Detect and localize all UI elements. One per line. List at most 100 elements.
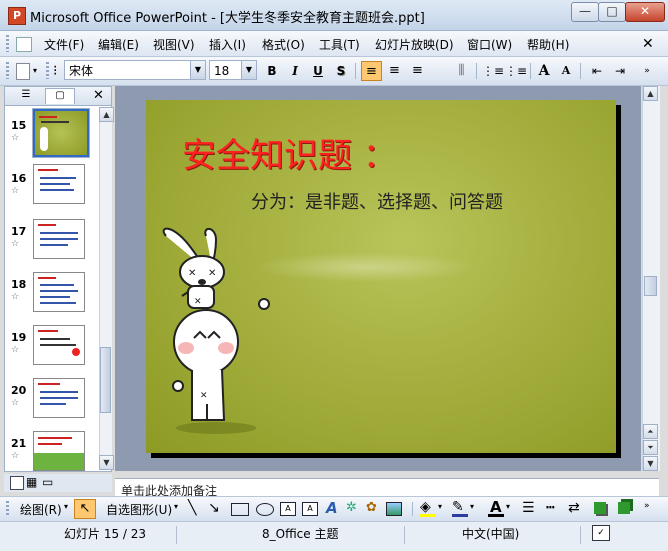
- close-document-icon[interactable]: ✕: [642, 36, 654, 52]
- thumbnail-slide-21[interactable]: [33, 431, 85, 471]
- vertical-textbox-icon[interactable]: A: [302, 502, 318, 516]
- scroll-thumb[interactable]: [644, 276, 657, 296]
- maximize-button[interactable]: □: [598, 2, 626, 22]
- dash-style-icon[interactable]: ┅: [546, 500, 554, 516]
- close-button[interactable]: ✕: [625, 2, 665, 22]
- toolbar-grip-2[interactable]: [46, 62, 49, 79]
- autoshapes-button[interactable]: 自选图形(U): [106, 501, 172, 518]
- font-name-combo[interactable]: 宋体 ▼: [64, 60, 206, 80]
- slides-pane-scrollbar[interactable]: ▲ ▼: [99, 107, 114, 470]
- next-slide-icon[interactable]: ⏷: [643, 440, 658, 455]
- menu-window[interactable]: 窗口(W): [467, 36, 512, 53]
- toolbar-options-icon[interactable]: »: [644, 501, 650, 511]
- slide-scrollbar[interactable]: ▲ ⏶ ⏷ ▼: [642, 86, 660, 471]
- italic-button[interactable]: I: [286, 61, 304, 81]
- rectangle-tool-icon[interactable]: [231, 503, 249, 516]
- slide-subtitle[interactable]: 分为：是非题、选择题、问答题: [251, 188, 503, 214]
- slides-tab-icon[interactable]: ▢: [45, 88, 75, 104]
- scroll-up-icon[interactable]: ▲: [643, 86, 658, 101]
- align-left-button[interactable]: ≡: [361, 61, 382, 81]
- oval-tool-icon[interactable]: [256, 503, 274, 516]
- chevron-down-icon[interactable]: ▾: [470, 502, 474, 511]
- thumbnail-slide-18[interactable]: [33, 272, 85, 312]
- arrow-style-icon[interactable]: ⇄: [568, 500, 580, 516]
- toolbar-grip[interactable]: [6, 62, 9, 79]
- spelling-check-icon[interactable]: ✓: [592, 525, 610, 541]
- thumbnail-slide-17[interactable]: [33, 219, 85, 259]
- menu-help[interactable]: 帮助(H): [527, 36, 569, 53]
- notes-pane[interactable]: 单击此处添加备注: [115, 478, 659, 497]
- select-pointer-icon[interactable]: ↖: [74, 499, 96, 519]
- title-bar: P Microsoft Office PowerPoint - [大学生冬季安全…: [0, 0, 668, 31]
- draw-menu-button[interactable]: 绘图(R): [20, 501, 62, 518]
- scroll-down-icon[interactable]: ▼: [643, 456, 658, 471]
- close-pane-icon[interactable]: ✕: [93, 88, 104, 103]
- wordart-icon[interactable]: A: [326, 499, 338, 517]
- bold-button[interactable]: B: [263, 61, 281, 81]
- scroll-down-icon[interactable]: ▼: [99, 455, 114, 470]
- align-center-button[interactable]: ≡: [384, 61, 405, 81]
- chevron-down-icon[interactable]: ▾: [174, 502, 178, 511]
- line-style-icon[interactable]: ☰: [522, 500, 535, 516]
- menu-edit[interactable]: 编辑(E): [98, 36, 139, 53]
- underline-button[interactable]: U: [309, 61, 327, 81]
- diagram-icon[interactable]: ✲: [346, 500, 357, 515]
- fill-color-icon[interactable]: ◈: [420, 499, 431, 515]
- thumb-line: [41, 121, 69, 123]
- scroll-up-icon[interactable]: ▲: [99, 107, 114, 122]
- slide-sorter-icon[interactable]: ▦: [26, 475, 37, 489]
- slide-canvas[interactable]: 安全知识题 ： 分为：是非题、选择题、问答题 ✕ ✕ ✕ ✕: [146, 100, 616, 453]
- line-color-icon[interactable]: ✎: [452, 499, 464, 515]
- menu-insert[interactable]: 插入(I): [209, 36, 246, 53]
- toolbar-options-icon[interactable]: »: [640, 61, 654, 81]
- menu-grip[interactable]: [6, 35, 9, 52]
- picture-icon[interactable]: [386, 502, 402, 516]
- chevron-down-icon[interactable]: ▾: [438, 502, 442, 511]
- notes-placeholder[interactable]: 单击此处添加备注: [121, 482, 217, 497]
- menu-view[interactable]: 视图(V): [153, 36, 195, 53]
- arrow-tool-icon[interactable]: ↘: [208, 500, 220, 516]
- line-tool-icon[interactable]: ╲: [188, 500, 196, 516]
- shadow-style-icon[interactable]: [594, 502, 606, 514]
- outline-tab-icon[interactable]: ☰: [11, 89, 41, 103]
- decrease-indent-icon[interactable]: ⇤: [587, 61, 607, 81]
- thumbnail-slide-20[interactable]: [33, 378, 85, 418]
- thumb-line: [38, 330, 58, 332]
- previous-slide-icon[interactable]: ⏶: [643, 424, 658, 439]
- shadow-button[interactable]: S: [332, 61, 350, 81]
- chevron-down-icon[interactable]: ▼: [190, 61, 205, 79]
- new-dropdown-icon[interactable]: ▾: [30, 61, 40, 81]
- document-icon[interactable]: [16, 37, 32, 52]
- numbered-list-icon[interactable]: ⋮≡: [482, 61, 504, 81]
- 3d-style-icon[interactable]: [618, 502, 630, 514]
- minimize-button[interactable]: —: [571, 2, 599, 22]
- bunny-illustration: ✕ ✕ ✕ ✕: [162, 227, 270, 434]
- font-color-a-icon[interactable]: ⁝: [53, 63, 57, 79]
- normal-view-icon[interactable]: [10, 476, 24, 490]
- shrink-font-button[interactable]: A: [557, 61, 575, 81]
- menu-format[interactable]: 格式(O): [262, 36, 305, 53]
- slide-title[interactable]: 安全知识题 ：: [182, 128, 397, 177]
- increase-indent-icon[interactable]: ⇥: [610, 61, 630, 81]
- new-document-icon[interactable]: [16, 63, 30, 80]
- drawing-toolbar: 绘图(R) ▾ ↖ 自选图形(U) ▾ ╲ ↘ A A A ✲ ✿ ◈ ▾ ✎ …: [0, 496, 668, 521]
- chevron-down-icon[interactable]: ▼: [241, 61, 256, 79]
- thumbnail-slide-16[interactable]: [33, 164, 85, 204]
- grow-font-button[interactable]: A: [535, 61, 553, 81]
- bullet-list-icon[interactable]: ⋮≡: [505, 61, 527, 81]
- align-right-button[interactable]: ≡: [407, 61, 428, 81]
- drawbar-grip[interactable]: [6, 501, 9, 517]
- thumbnail-slide-19[interactable]: [33, 325, 85, 365]
- thumbnail-slide-15[interactable]: [32, 108, 90, 158]
- distribute-columns-icon[interactable]: ⫼: [451, 61, 472, 81]
- chevron-down-icon[interactable]: ▾: [506, 502, 510, 511]
- menu-tools[interactable]: 工具(T): [319, 36, 360, 53]
- scroll-thumb[interactable]: [100, 347, 111, 413]
- textbox-tool-icon[interactable]: A: [280, 502, 296, 516]
- clipart-icon[interactable]: ✿: [366, 500, 377, 515]
- font-size-combo[interactable]: 18 ▼: [209, 60, 257, 80]
- menu-file[interactable]: 文件(F): [44, 36, 84, 53]
- chevron-down-icon[interactable]: ▾: [64, 502, 68, 511]
- menu-slideshow[interactable]: 幻灯片放映(D): [375, 36, 454, 53]
- slideshow-icon[interactable]: ▭: [42, 475, 53, 489]
